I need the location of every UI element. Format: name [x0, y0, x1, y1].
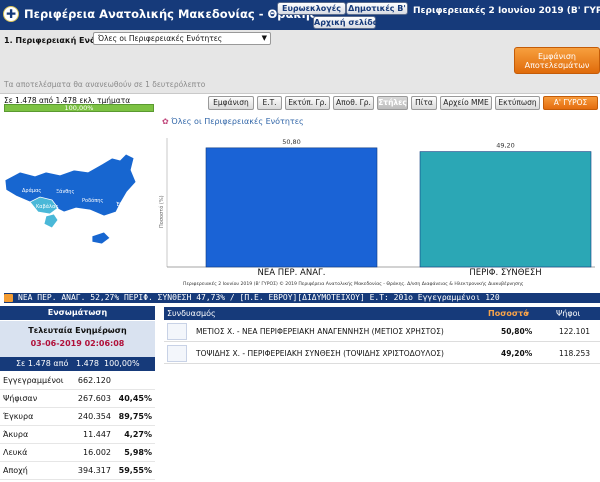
rss-icon[interactable] — [4, 294, 13, 302]
results-bar-chart: Ποσοστό (%) 50,80 ΝΕΑ ΠΕΡ. ΑΝΑΓ. 49,20 ΠΕΡΙ… — [158, 138, 595, 287]
stat-row: Λευκά 16.002 5,98% — [0, 444, 155, 462]
chart-bar[interactable] — [205, 147, 378, 268]
last-update-box: Τελευταία Ενημέρωση 03-06-2019 02:06:08 — [0, 321, 155, 357]
chart-value-label: 49,20 — [496, 142, 515, 150]
stat-label: Αποχή — [3, 466, 28, 475]
stat-row: Ψήφισαν 267.603 40,45% — [0, 390, 155, 408]
stat-row: Εγγεγραμμένοι 662.120 — [0, 372, 155, 390]
party-logo-icon — [167, 323, 187, 340]
stations-summary-b: 1.478 — [76, 359, 99, 368]
tab-save-chart[interactable]: Αποθ. Γρ. — [333, 96, 374, 110]
stat-value: 240.354 — [77, 412, 111, 421]
tab-print[interactable]: Εκτύπωση — [495, 96, 540, 110]
nav-european-elections-button[interactable]: Ευρωεκλογές — [277, 2, 346, 15]
result-name: ΜΕΤΙΟΣ Χ. - ΝΕΑ ΠΕΡΙΦΕΡΕΙΑΚΗ ΑΝΑΓΕΝΝΗΣΗ … — [196, 327, 444, 336]
result-row[interactable]: ΤΟΨΙΔΗΣ Χ. - ΠΕΡΙΦΕΡΕΙΑΚΗ ΣΥΝΘΕΣΗ (ΤΟΨΙΔ… — [164, 343, 600, 364]
stations-summary-c: 100,00% — [104, 359, 140, 368]
region-map[interactable]: Δράμας Ξάνθης Ροδόπης Καβάλας Έβρου — [0, 150, 155, 260]
map-label-xanthi: Ξάνθης — [56, 188, 74, 195]
tab-pie[interactable]: Πίτα — [411, 96, 437, 110]
progress-bar: 100,00% — [4, 104, 154, 112]
tab-print-chart[interactable]: Εκτύπ. Γρ. — [285, 96, 330, 110]
tab-first-round[interactable]: Α' ΓΥΡΟΣ — [543, 96, 598, 110]
map-label-evros: Έβρου — [115, 201, 132, 208]
news-ticker: ΝΕΑ ΠΕΡ. ΑΝΑΓ. 52,27% ΠΕΡΙΦ. ΣΥΝΘΕΣΗ 47,… — [4, 293, 600, 303]
tab-display[interactable]: Εμφάνιση — [208, 96, 254, 110]
stat-percent: 59,55% — [118, 466, 152, 475]
refresh-note: Τα αποτελέσματα θα ανανεωθούν σε 1 δευτε… — [4, 80, 206, 89]
region-logo-icon: ✚ — [3, 6, 19, 22]
chart-subtitle-text: Όλες οι Περιφερειακές Ενότητες — [171, 117, 304, 126]
stations-summary: Σε 1.478 από 1.478 100,00% — [0, 357, 155, 371]
stat-row: Αποχή 394.317 59,55% — [0, 462, 155, 480]
map-label-rhodope: Ροδόπης — [82, 197, 103, 204]
result-votes: 122.101 — [558, 327, 590, 336]
flower-icon: ✿ — [162, 117, 169, 126]
chart-category-label: ΝΕΑ ΠΕΡ. ΑΝΑΓ. — [258, 268, 326, 278]
result-row[interactable]: ΜΕΤΙΟΣ Χ. - ΝΕΑ ΠΕΡΙΦΕΡΕΙΑΚΗ ΑΝΑΓΕΝΝΗΣΗ … — [164, 321, 600, 342]
stat-row: Άκυρα 11.447 4,27% — [0, 426, 155, 444]
map-samothrace-shape[interactable] — [91, 231, 111, 245]
stations-summary-a: Σε 1.478 από — [16, 359, 69, 368]
chart-bar[interactable] — [419, 151, 592, 268]
chart-subtitle: ✿ Όλες οι Περιφερειακές Ενότητες — [162, 117, 304, 126]
show-results-button[interactable]: Εμφάνιση Αποτελεσμάτων — [514, 47, 600, 74]
last-update-label: Τελευταία Ενημέρωση — [28, 326, 127, 335]
stat-label: Έγκυρα — [3, 412, 34, 421]
tab-columns[interactable]: Στήλες — [377, 96, 408, 110]
chart-y-label: Ποσοστό (%) — [158, 195, 165, 228]
filter-label: 1. Περιφερειακή Ενότ.: — [4, 36, 107, 45]
last-update-date: 03-06-2019 02:06:08 — [30, 339, 125, 348]
stat-value: 16.002 — [83, 448, 111, 457]
result-name: ΤΟΨΙΔΗΣ Χ. - ΠΕΡΙΦΕΡΕΙΑΚΗ ΣΥΝΘΕΣΗ (ΤΟΨΙΔ… — [196, 349, 444, 358]
stat-percent: 89,75% — [118, 412, 152, 421]
map-label-kavala: Καβάλας — [36, 203, 58, 210]
result-votes: 118.253 — [558, 349, 590, 358]
chart-value-label: 50,80 — [282, 138, 301, 146]
result-percent: 50,80% — [501, 327, 533, 336]
stat-value: 662.120 — [77, 376, 111, 385]
integration-header: Ενσωμάτωση — [0, 306, 155, 320]
stat-label: Λευκά — [3, 448, 28, 457]
stat-percent: 40,45% — [118, 394, 152, 403]
stat-value: 11.447 — [83, 430, 111, 439]
dropdown-arrow-icon: ▼ — [261, 34, 267, 42]
chart-category-label: ΠΕΡΙΦ. ΣΥΝΘΕΣΗ — [469, 268, 541, 278]
stat-label: Εγγεγραμμένοι — [3, 376, 64, 385]
progress-percent: 100,00% — [64, 104, 94, 112]
election-info: Περιφερειακές 2 Ιουνίου 2019 (Β' ΓΥΡΟΣ) — [413, 6, 600, 16]
map-thassos-shape[interactable] — [43, 213, 59, 229]
map-label-drama: Δράμας — [22, 187, 41, 194]
stat-value: 394.317 — [77, 466, 111, 475]
regional-unit-select[interactable]: Όλες οι Περιφερειακές Ενότητες ▼ — [93, 32, 271, 45]
stat-label: Ψήφισαν — [3, 394, 38, 403]
regional-unit-select-value: Όλες οι Περιφερειακές Ενότητες — [98, 34, 223, 43]
results-table-header: Συνδυασμός Ποσοστό ▾ Ψήφοι — [164, 307, 600, 320]
stat-value: 267.603 — [77, 394, 111, 403]
header-combination[interactable]: Συνδυασμός — [167, 307, 216, 320]
nav-municipal-button[interactable]: Δημοτικές Β' — [346, 2, 408, 15]
result-percent: 49,20% — [501, 349, 533, 358]
tab-polling-stations[interactable]: Ε.Τ. — [257, 96, 282, 110]
nav-home-button[interactable]: Αρχική σελίδα — [313, 16, 378, 29]
stat-percent: 4,27% — [124, 430, 152, 439]
header-votes[interactable]: Ψήφοι — [556, 307, 580, 320]
party-logo-icon — [167, 345, 187, 362]
stat-row: Έγκυρα 240.354 89,75% — [0, 408, 155, 426]
header-percentage[interactable]: Ποσοστό — [488, 307, 529, 320]
stat-percent: 5,98% — [124, 448, 152, 457]
app-title: Περιφέρεια Ανατολικής Μακεδονίας - Θράκη… — [24, 7, 317, 21]
chart-footer: Περιφερειακές 2 Ιουνίου 2019 (Β' ΓΥΡΟΣ) … — [183, 280, 524, 287]
sort-arrow-icon[interactable]: ▾ — [525, 307, 529, 320]
tab-media-file[interactable]: Αρχείο ΜΜΕ — [440, 96, 492, 110]
stat-label: Άκυρα — [3, 430, 29, 439]
